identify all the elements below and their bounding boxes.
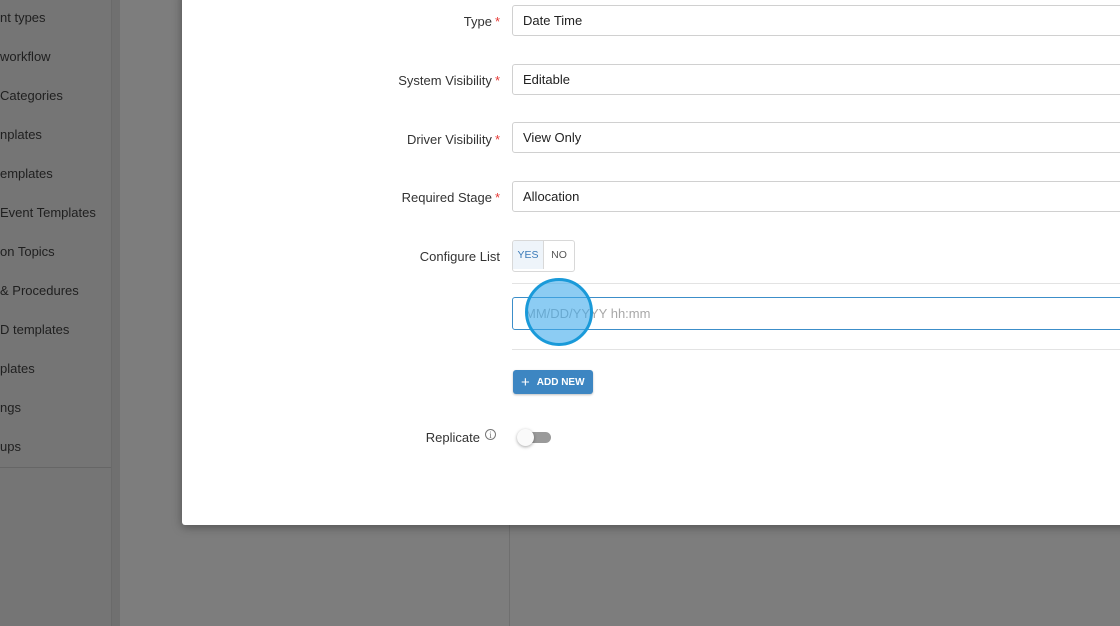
replicate-toggle-switch[interactable] [517,429,551,446]
system-visibility-select[interactable]: Editable [512,64,1120,95]
sidebar-gutter [112,0,120,626]
add-new-label: ADD NEW [536,376,585,388]
switch-knob [517,429,534,446]
list-entry-date-input[interactable] [512,297,1120,330]
sidebar-item-categories[interactable]: Categories [0,88,63,104]
add-new-button[interactable]: + ADD NEW [513,370,593,394]
type-label: Type * [463,14,500,29]
list-divider-top [512,283,1120,284]
required-marker: * [494,132,500,147]
replicate-label: Replicate [425,430,480,445]
sidebar-item-templates-2[interactable]: emplates [0,166,53,182]
required-marker: * [494,14,500,29]
sidebar-item-d-templates[interactable]: D templates [0,322,69,338]
sidebar-item-procedures[interactable]: & Procedures [0,283,79,299]
required-stage-select[interactable]: Allocation [512,181,1120,212]
sidebar: nt types workflow Categories nplates emp… [0,0,112,626]
configure-list-label: Configure List [419,249,500,264]
sidebar-divider [0,467,111,468]
info-icon[interactable]: i [485,429,496,440]
configure-list-toggle: YES NO [512,240,575,272]
sidebar-item-settings[interactable]: ngs [0,400,21,416]
required-marker: * [494,190,500,205]
sidebar-item-groups[interactable]: ups [0,439,21,455]
required-marker: * [494,73,500,88]
sidebar-item-workflow[interactable]: workflow [0,49,51,65]
sidebar-item-topics[interactable]: on Topics [0,244,55,260]
background-divider [509,525,510,626]
type-select[interactable]: Date Time [512,5,1120,36]
system-visibility-label: System Visibility * [398,73,500,88]
driver-visibility-select[interactable]: View Only [512,122,1120,153]
sidebar-item-plates[interactable]: plates [0,361,35,377]
sidebar-item-event-templates[interactable]: Event Templates [0,205,96,221]
field-config-modal: Type * Date Time System Visibility * Edita… [182,0,1120,525]
configure-list-no-button[interactable]: NO [544,241,574,269]
list-divider-bottom [512,349,1120,350]
driver-visibility-label: Driver Visibility * [406,132,500,147]
configure-list-yes-button[interactable]: YES [513,241,544,269]
required-stage-label: Required Stage * [401,190,500,205]
sidebar-item-event-types[interactable]: nt types [0,10,46,26]
plus-icon: + [521,373,530,391]
sidebar-item-templates[interactable]: nplates [0,127,42,143]
